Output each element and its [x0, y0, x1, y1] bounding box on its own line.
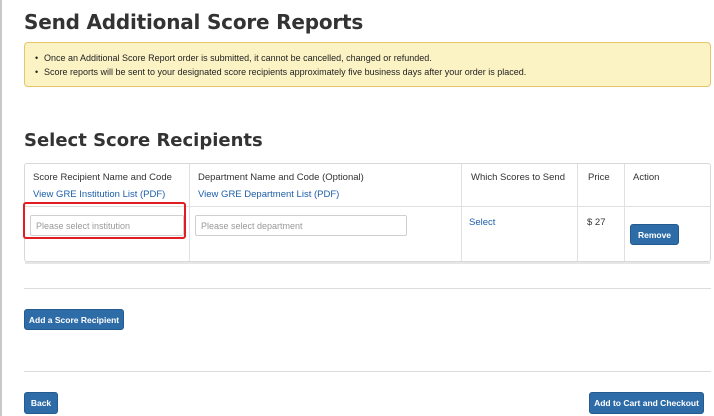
department-list-link[interactable]: View GRE Department List (PDF): [198, 189, 339, 200]
section-title: Select Score Recipients: [24, 130, 263, 151]
notice-text: Once an Additional Score Report order is…: [44, 53, 432, 63]
institution-list-link[interactable]: View GRE Institution List (PDF): [33, 189, 165, 200]
header-row-divider: [25, 206, 710, 207]
add-to-cart-checkout-button[interactable]: Add to Cart and Checkout: [589, 392, 704, 414]
price-value: $ 27: [587, 217, 606, 228]
table-bottom-edge: [25, 262, 710, 264]
price-column-header: Price: [588, 172, 610, 183]
bullet-icon: •: [35, 67, 39, 77]
recipients-table: Score Recipient Name and Code View GRE I…: [24, 163, 711, 264]
recipient-column-header: Score Recipient Name and Code: [33, 172, 172, 183]
back-button[interactable]: Back: [24, 392, 58, 414]
column-divider: [461, 164, 462, 261]
notice-text: Score reports will be sent to your desig…: [44, 67, 527, 77]
column-divider: [624, 164, 625, 261]
add-score-recipient-button[interactable]: Add a Score Recipient: [24, 309, 124, 330]
left-border: [0, 0, 2, 416]
department-input[interactable]: [195, 215, 407, 236]
page-title: Send Additional Score Reports: [24, 10, 364, 34]
scores-column-header: Which Scores to Send: [471, 172, 565, 183]
institution-input[interactable]: [30, 215, 184, 236]
notice-item: • Score reports will be sent to your des…: [35, 65, 700, 79]
notice-item: • Once an Additional Score Report order …: [35, 51, 700, 65]
column-divider: [189, 164, 190, 261]
notice-box: • Once an Additional Score Report order …: [24, 42, 711, 87]
bullet-icon: •: [35, 53, 39, 63]
remove-button[interactable]: Remove: [630, 224, 679, 245]
divider: [24, 371, 711, 372]
department-column-header: Department Name and Code (Optional): [198, 172, 364, 183]
select-scores-link[interactable]: Select: [469, 217, 495, 228]
divider: [24, 288, 711, 289]
column-divider: [577, 164, 578, 261]
action-column-header: Action: [633, 172, 660, 183]
